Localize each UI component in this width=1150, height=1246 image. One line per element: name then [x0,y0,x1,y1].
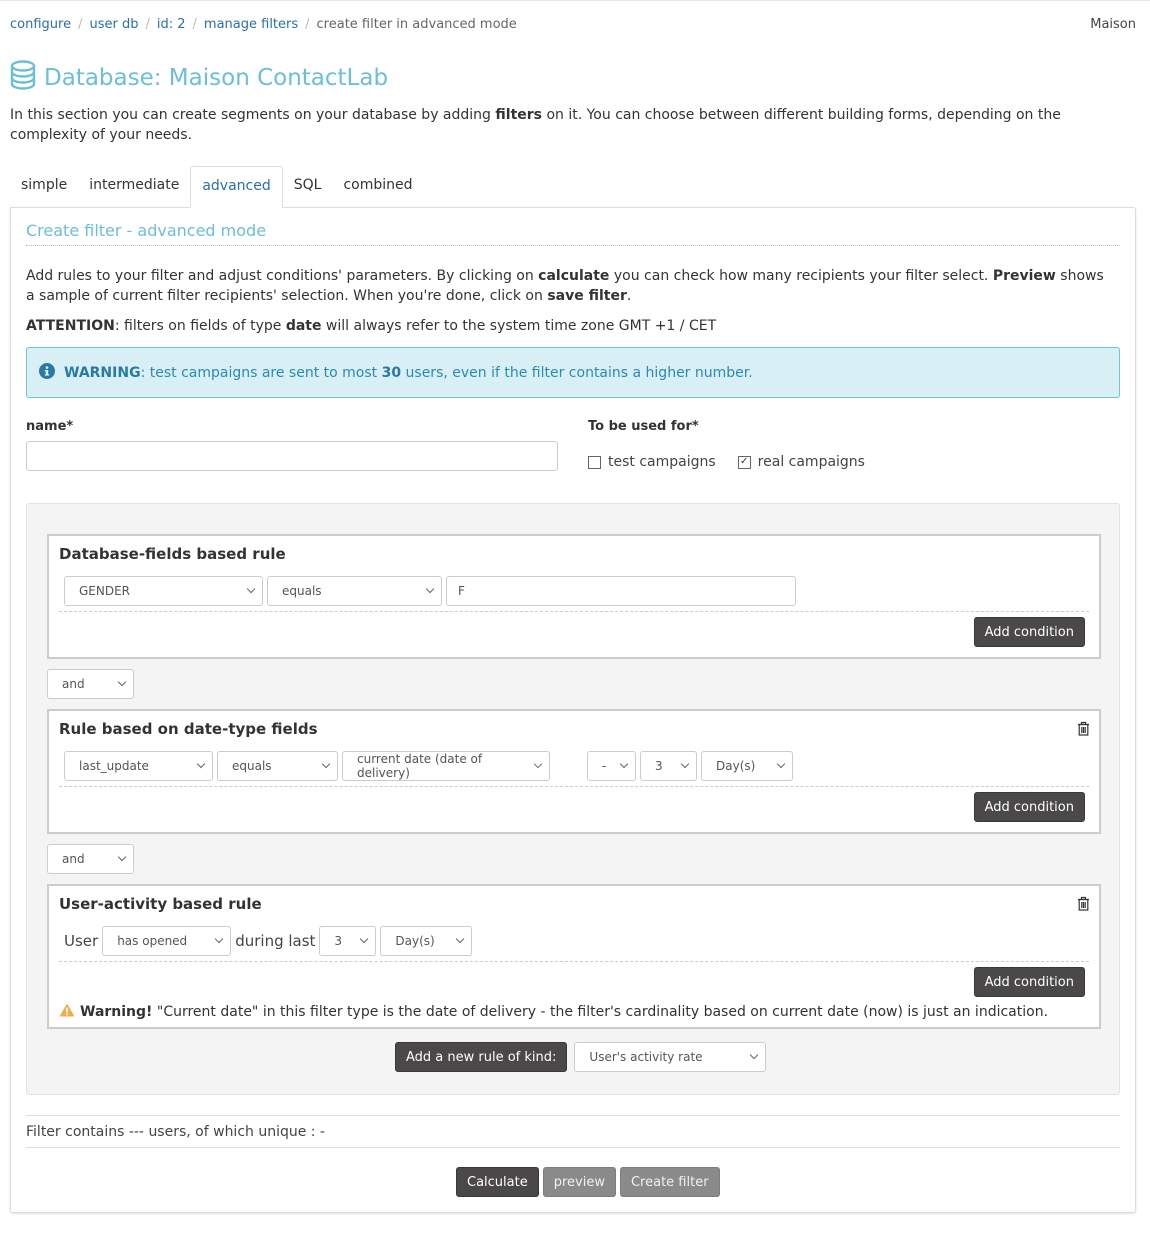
calculate-button[interactable]: Calculate [456,1167,539,1197]
field-select[interactable]: GENDER [64,576,263,606]
breadcrumb-current: create filter in advanced mode [316,17,517,32]
page-title: Database: Maison ContactLab [10,60,388,96]
rule-title: Rule based on date-type fields [59,720,318,738]
tab-simple[interactable]: simple [10,166,78,208]
add-condition-button[interactable]: Add condition [973,967,1085,997]
delivery-date-warning: Warning! "Current date" in this filter t… [59,1003,1048,1021]
chevron-down-icon [214,934,224,944]
used-for-label: To be used for* [588,419,699,434]
date-field-select[interactable]: last_update [64,751,213,781]
warning-icon [59,1003,75,1021]
tab-advanced[interactable]: advanced [190,166,283,208]
chevron-down-icon [456,934,465,944]
filter-count: Filter contains --- users, of which uniq… [26,1115,1120,1148]
activity-unit-select[interactable]: Day(s) [380,926,473,956]
preview-button[interactable]: preview [542,1167,616,1197]
value-input[interactable]: F [446,576,796,606]
tab-sql[interactable]: SQL [283,166,333,208]
panel-description: Add rules to your filter and adjust cond… [26,268,1104,304]
date-operator-select[interactable]: equals [217,751,338,781]
divider [59,961,1089,962]
chevron-down-icon [533,759,543,769]
user-activity-rule: User-activity based rule User has opened… [47,884,1101,1029]
rule-title: User-activity based rule [59,895,262,913]
chevron-down-icon [196,759,206,769]
chevron-down-icon [425,584,435,594]
activity-amount-select[interactable]: 3 [319,926,377,956]
alert-text: WARNING: test campaigns are sent to most… [64,364,753,381]
info-icon [39,362,55,383]
rule-kind-select[interactable]: User's activity rate [574,1042,767,1072]
tab-intermediate[interactable]: intermediate [78,166,190,208]
mode-tabs: simple intermediate advanced SQL combine… [10,166,424,208]
page-title-text: Database: Maison ContactLab [44,65,389,91]
breadcrumb-separator: / [78,17,83,32]
add-condition-button[interactable]: Add condition [973,792,1085,822]
used-for-options: test campaigns ✓ real campaigns [588,454,865,470]
chevron-down-icon [750,1050,759,1060]
breadcrumb: configure / user db / id: 2 / manage filters / c… [10,17,517,32]
name-input[interactable] [26,441,558,471]
user-menu[interactable]: Maison [1090,17,1136,32]
attention-note: ATTENTION: filters on fields of type dat… [26,318,717,334]
breadcrumb-separator: / [305,17,310,32]
chevron-down-icon [117,852,127,862]
divider [59,786,1089,787]
date-reference-select[interactable]: current date (date of delivery) [342,751,550,781]
action-buttons: Calculate preview Create filter [456,1167,720,1197]
during-last-label: during last [235,932,316,950]
chevron-down-icon [117,677,127,687]
activity-select[interactable]: has opened [102,926,232,956]
checkbox-unchecked-icon[interactable] [588,455,601,469]
user-label: User [64,932,99,950]
trash-icon[interactable] [1077,721,1090,740]
database-icon [10,60,36,96]
add-rule-row: Add a new rule of kind: User's activity … [395,1042,767,1072]
database-fields-rule: Database-fields based rule GENDER equals… [47,534,1101,659]
breadcrumb-user-db[interactable]: user db [89,17,138,32]
add-rule-button[interactable]: Add a new rule of kind: [395,1042,568,1072]
chevron-down-icon [619,759,629,769]
intro-text: In this section you can create segments … [10,107,1061,143]
advanced-filter-panel: Create filter - advanced mode Add rules … [10,207,1136,1213]
panel-heading: Create filter - advanced mode [26,221,1120,246]
rule-title: Database-fields based rule [59,545,286,563]
chevron-down-icon [246,584,256,594]
tab-combined[interactable]: combined [332,166,423,208]
info-alert: WARNING: test campaigns are sent to most… [26,347,1120,398]
breadcrumb-separator: / [145,17,150,32]
conjunction-select[interactable]: and [47,844,134,874]
offset-amount-select[interactable]: 3 [640,751,697,781]
rules-container: Database-fields based rule GENDER equals… [26,503,1120,1095]
breadcrumb-configure[interactable]: configure [10,17,71,32]
breadcrumb-manage-filters[interactable]: manage filters [204,17,298,32]
conjunction-select[interactable]: and [47,669,134,699]
chevron-down-icon [360,934,369,944]
add-condition-button[interactable]: Add condition [973,617,1085,647]
chevron-down-icon [321,759,331,769]
checkbox-checked-icon[interactable]: ✓ [737,455,751,469]
breadcrumb-id[interactable]: id: 2 [157,17,186,32]
date-fields-rule: Rule based on date-type fields last_upda… [47,709,1101,834]
chevron-down-icon [680,759,690,769]
offset-unit-select[interactable]: Day(s) [701,751,793,781]
breadcrumb-separator: / [192,17,197,32]
divider [59,611,1089,612]
chevron-down-icon [776,759,786,769]
operator-select[interactable]: equals [267,576,442,606]
offset-sign-select[interactable]: - [587,751,636,781]
create-filter-button[interactable]: Create filter [619,1167,720,1197]
name-label: name* [26,419,74,434]
real-campaigns-checkbox[interactable]: ✓ real campaigns [737,454,865,470]
test-campaigns-checkbox[interactable]: test campaigns [588,454,716,470]
trash-icon[interactable] [1077,896,1090,915]
